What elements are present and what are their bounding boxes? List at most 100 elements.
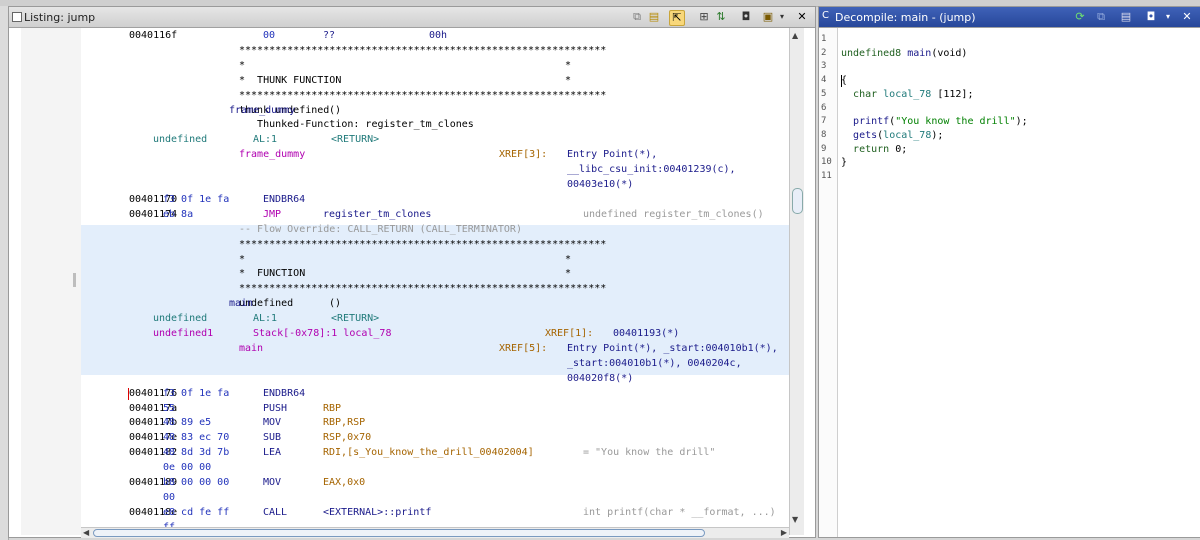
decompile-token: [841, 89, 853, 100]
decompile-line-5[interactable]: char local_78 [112];: [841, 89, 973, 100]
listing-line-6-token-3: (): [329, 104, 342, 116]
listing-line-26-token-4: RBP: [323, 402, 342, 414]
listing-line-17-token-1: * FUNCTION: [239, 268, 306, 280]
decompile-line-2[interactable]: undefined8 main(void): [841, 48, 967, 59]
listing-line-21-token-1[interactable]: undefined1: [153, 328, 213, 339]
line-number: 5: [821, 88, 827, 99]
listing-line-16-token-2: *: [565, 253, 572, 265]
split-icon[interactable]: ⊞: [697, 10, 711, 24]
listing-line-27-token-4: RBP,RSP: [323, 417, 366, 429]
decompile-token: return: [853, 143, 896, 155]
options-icon[interactable]: ▣: [761, 10, 775, 24]
decompile-window-icon: C: [822, 10, 829, 21]
listing-line-5-token-1: ****************************************…: [239, 89, 607, 101]
listing-line-22-token-1[interactable]: main: [239, 343, 263, 354]
decompile-code-area[interactable]: undefined8 main(void){ char local_78 [11…: [838, 28, 1200, 537]
graph-icon[interactable]: ⇅: [714, 10, 728, 24]
decompile-token: local_78: [883, 129, 932, 141]
decompile-token: 0;: [895, 143, 908, 155]
listing-line-9-token-2: XREF[3]:: [499, 149, 548, 161]
listing-line-33-token-3: CALL: [263, 506, 288, 518]
listing-line-21-token-2[interactable]: Stack[-0x78]:1 local_78: [253, 328, 391, 339]
listing-line-1-token-4: 00h: [429, 30, 448, 41]
listing-line-15-token-1: ****************************************…: [239, 238, 607, 250]
decompile-token: (void): [931, 47, 968, 59]
listing-line-21-token-3: XREF[1]:: [545, 328, 594, 339]
line-number: 8: [821, 129, 827, 140]
listing-line-1-token-2: 00: [263, 30, 276, 41]
line-number: 2: [821, 47, 827, 58]
listing-line-13-token-4[interactable]: register_tm_clones: [323, 209, 431, 220]
decompile-token: "You know the drill": [895, 116, 1016, 128]
decompile-panel: C Decompile: main - (jump) ⟳ ⧉ ▤ ◘ ▾ ✕ 1…: [818, 6, 1200, 538]
close-icon[interactable]: ✕: [795, 10, 809, 24]
decompile-token: local_78: [883, 88, 938, 100]
snapshot-icon[interactable]: ◘: [739, 10, 753, 24]
listing-line-24-token-1: 004020f8(*): [567, 372, 634, 384]
cursor-icon[interactable]: ⇱: [669, 10, 685, 26]
close-icon[interactable]: ✕: [1180, 10, 1194, 24]
decompile-token: );: [931, 129, 944, 141]
listing-line-4-token-2: *: [565, 74, 572, 86]
decompile-token: [841, 144, 853, 155]
horizontal-scroll-thumb[interactable]: [93, 529, 705, 537]
copy-icon[interactable]: ⧉: [630, 10, 644, 24]
decompile-line-8[interactable]: gets(local_78);: [841, 130, 943, 141]
line-number: 1: [821, 34, 827, 44]
scroll-left-icon[interactable]: ◀: [83, 528, 89, 537]
listing-line-8-token-1: undefined: [153, 134, 208, 146]
scroll-right-icon[interactable]: ▶: [781, 528, 787, 537]
listing-line-29-token-5: = "You know the drill": [583, 447, 716, 459]
refresh-icon[interactable]: ⟳: [1073, 10, 1087, 24]
decompile-titlebar: C Decompile: main - (jump) ⟳ ⧉ ▤ ◘ ▾ ✕: [819, 7, 1200, 28]
decompile-line-9[interactable]: return 0;: [841, 144, 907, 155]
listing-line-26-token-2: 55: [163, 402, 176, 414]
scroll-up-icon[interactable]: ▲: [792, 31, 798, 40]
listing-horizontal-scrollbar[interactable]: ◀ ▶: [81, 527, 789, 538]
listing-line-9-token-1[interactable]: frame_dummy: [239, 149, 305, 160]
listing-line-22-token-3: Entry Point(*), _start:004010b1(*),: [567, 342, 778, 354]
listing-line-9-token-3: Entry Point(*),: [567, 149, 658, 161]
listing-line-20-token-3: <RETURN>: [331, 313, 380, 325]
listing-line-16-token-1: *: [239, 253, 246, 265]
menu-icon[interactable]: ▾: [775, 10, 789, 24]
listing-line-4-token-1: * THUNK FUNCTION: [239, 74, 342, 86]
listing-line-13-token-3[interactable]: JMP: [263, 209, 281, 220]
listing-line-1-token-1[interactable]: 0040116f: [129, 30, 177, 41]
paste-icon[interactable]: ▤: [647, 10, 661, 24]
listing-line-10-token-1: __libc_csu_init:00401239(c),: [567, 164, 736, 176]
listing-line-12-token-2: f3 0f 1e fa: [163, 193, 230, 205]
text-cursor-caret: [128, 387, 129, 400]
listing-line-6-token-2[interactable]: frame_dummy: [229, 105, 295, 116]
decompile-token: }: [841, 157, 848, 169]
listing-line-29-token-3: LEA: [263, 447, 282, 459]
listing-line-31-token-2: b8 00 00 00: [163, 477, 230, 488]
copy-icon[interactable]: ⧉: [1094, 10, 1108, 24]
decompile-line-10[interactable]: }: [841, 157, 847, 168]
listing-line-28-token-2: 48 83 ec 70: [163, 432, 230, 444]
listing-vertical-scrollbar[interactable]: ▲ ▼: [789, 28, 804, 535]
vertical-scroll-thumb[interactable]: [792, 188, 803, 214]
listing-line-31-token-4: EAX,0x0: [323, 477, 366, 488]
listing-line-33-token-2: e8 cd fe ff: [163, 506, 230, 518]
listing-line-33-token-4[interactable]: <EXTERNAL>::printf: [323, 507, 431, 518]
decompile-token: undefined8: [841, 47, 908, 59]
listing-line-32-token-1: 00: [163, 491, 176, 503]
listing-line-26-token-3: PUSH: [263, 402, 288, 414]
margin-grip[interactable]: [73, 273, 76, 287]
line-number: 11: [821, 171, 832, 181]
listing-line-27-token-3: MOV: [263, 417, 282, 429]
listing-code-area[interactable]: 0040116f 00?? 00h *************************…: [81, 28, 789, 527]
line-number: 7: [821, 116, 827, 127]
listing-line-19-token-2[interactable]: main: [229, 298, 253, 309]
decompile-line-7[interactable]: printf("You know the drill");: [841, 116, 1028, 127]
listing-line-23-token-1: _start:004010b1(*), 0040204c,: [567, 357, 742, 369]
snapshot-icon[interactable]: ◘: [1144, 10, 1158, 24]
listing-line-17-token-2: *: [565, 268, 572, 280]
listing-line-28-token-3: SUB: [263, 432, 282, 444]
menu-icon[interactable]: ▾: [1161, 10, 1175, 24]
listing-line-22-token-2: XREF[5]:: [499, 342, 548, 354]
scroll-down-icon[interactable]: ▼: [792, 515, 798, 524]
listing-line-14-token-1: -- Flow Override: CALL_RETURN (CALL_TERM…: [239, 223, 522, 235]
export-icon[interactable]: ▤: [1119, 10, 1133, 24]
